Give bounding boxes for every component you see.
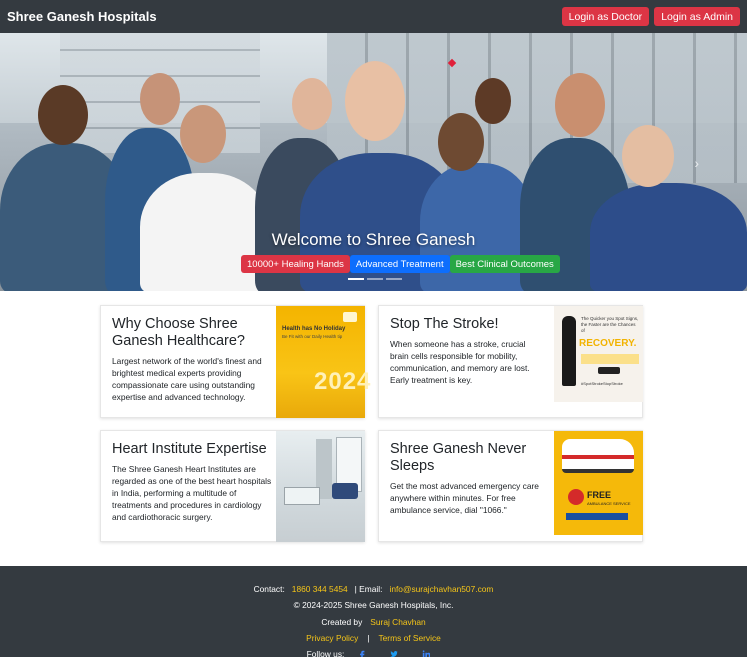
creator-link[interactable]: Suraj Chavhan — [370, 617, 425, 627]
follow-label: Follow us: — [306, 649, 345, 657]
carousel-indicator[interactable] — [348, 278, 364, 280]
image-headline: FREE — [587, 490, 612, 500]
navbar: Shree Ganesh Hospitals Login as Doctor L… — [0, 0, 747, 33]
ambulance-stripe — [562, 455, 634, 459]
footer-social: Follow us: — [0, 649, 747, 657]
badge-clinical-outcomes: Best Clinical Outcomes — [449, 255, 560, 273]
badge-healing-hands: 10000+ Healing Hands — [241, 255, 350, 273]
footer-credit: Created by Suraj Chavhan — [0, 617, 747, 627]
image-question: The Quicker you Spot Signs, the Faster a… — [581, 316, 639, 333]
card-title: Stop The Stroke! — [390, 316, 499, 332]
card-title: Heart Institute Expertise — [112, 441, 267, 457]
login-doctor-button[interactable]: Login as Doctor — [561, 7, 650, 26]
card-image-stroke-recovery: The Quicker you Spot Signs, the Faster a… — [554, 306, 643, 402]
image-year: 2024 — [314, 368, 372, 395]
created-by-label: Created by — [321, 617, 363, 627]
emergency-number-badge — [568, 489, 584, 505]
card-image-ambulance: FREE AMBULANCE SERVICE — [554, 431, 643, 535]
terms-link[interactable]: Terms of Service — [378, 633, 440, 643]
image-hashtag-bar — [566, 513, 628, 520]
carousel-indicator[interactable] — [367, 278, 383, 280]
footer: Contact: 1860 344 5454 | Email: info@sur… — [0, 566, 747, 657]
email-link[interactable]: info@surajchavhan507.com — [389, 584, 493, 594]
hero-title: Welcome to Shree Ganesh — [271, 230, 476, 249]
nav-actions: Login as Doctor Login as Admin — [561, 7, 740, 26]
card-title: Why Choose Shree Ganesh Healthcare? — [112, 316, 245, 349]
footer-contact: Contact: 1860 344 5454 | Email: info@sur… — [0, 584, 747, 594]
sofa-icon — [332, 483, 358, 499]
card-image-hospital-room — [276, 431, 365, 542]
email-label: | Email: — [354, 584, 383, 594]
hero-badges: 10000+ Healing Hands Advanced Treatment … — [241, 255, 560, 273]
card-title: Shree Ganesh Never Sleeps — [390, 441, 527, 474]
card-text: The Shree Ganesh Heart Institutes are re… — [112, 464, 272, 522]
card-text: Get the most advanced emergency care any… — [390, 481, 539, 515]
hero-carousel: › Welcome to Shree Ganesh 10000+ Healing… — [0, 33, 747, 291]
hospital-logo-icon — [343, 312, 357, 322]
fast-signs-grid — [581, 354, 639, 364]
image-headline: Health has No Holiday — [282, 326, 346, 332]
card-heart-institute: Heart Institute Expertise The Shree Gane… — [100, 430, 365, 542]
image-hashtag: #SpotStrokeStopStroke — [581, 381, 623, 386]
brand-logo[interactable]: Shree Ganesh Hospitals — [7, 9, 157, 24]
contact-label: Contact: — [253, 584, 285, 594]
card-why-choose: Why Choose Shree Ganesh Healthcare? Larg… — [100, 305, 370, 418]
person-silhouette-icon — [562, 316, 576, 386]
card-stop-stroke: Stop The Stroke! When someone has a stro… — [378, 305, 643, 418]
copyright-text: © 2024-2025 Shree Ganesh Hospitals, Inc. — [293, 600, 454, 610]
login-admin-button[interactable]: Login as Admin — [654, 7, 740, 26]
footer-copyright-row: © 2024-2025 Shree Ganesh Hospitals, Inc. — [0, 600, 747, 610]
hospital-bed-icon — [284, 487, 320, 505]
linkedin-icon[interactable] — [422, 650, 431, 657]
facebook-icon[interactable] — [358, 650, 366, 657]
carousel-indicators — [348, 278, 402, 280]
card-text: When someone has a stroke, crucial brain… — [390, 339, 530, 385]
image-subline: AMBULANCE SERVICE — [587, 501, 631, 506]
image-headline: RECOVERY. — [579, 338, 637, 349]
legal-separator: | — [367, 633, 370, 643]
card-never-sleeps: Shree Ganesh Never Sleeps Get the most a… — [378, 430, 643, 542]
phone-link[interactable]: 1860 344 5454 — [292, 584, 348, 594]
footer-legal-links: Privacy Policy | Terms of Service — [0, 633, 747, 643]
card-image-health-holiday: Health has No Holiday Be Fit with our Da… — [276, 306, 370, 418]
carousel-indicator[interactable] — [386, 278, 402, 280]
badge-advanced-treatment: Advanced Treatment — [349, 255, 450, 273]
card-text: Largest network of the world's finest an… — [112, 356, 262, 402]
image-subline: Be Fit with our Daily Health tip — [282, 334, 343, 339]
privacy-policy-link[interactable]: Privacy Policy — [306, 633, 358, 643]
phone-number-pill — [598, 367, 620, 374]
twitter-icon[interactable] — [390, 650, 398, 657]
carousel-next-icon[interactable]: › — [694, 155, 699, 171]
